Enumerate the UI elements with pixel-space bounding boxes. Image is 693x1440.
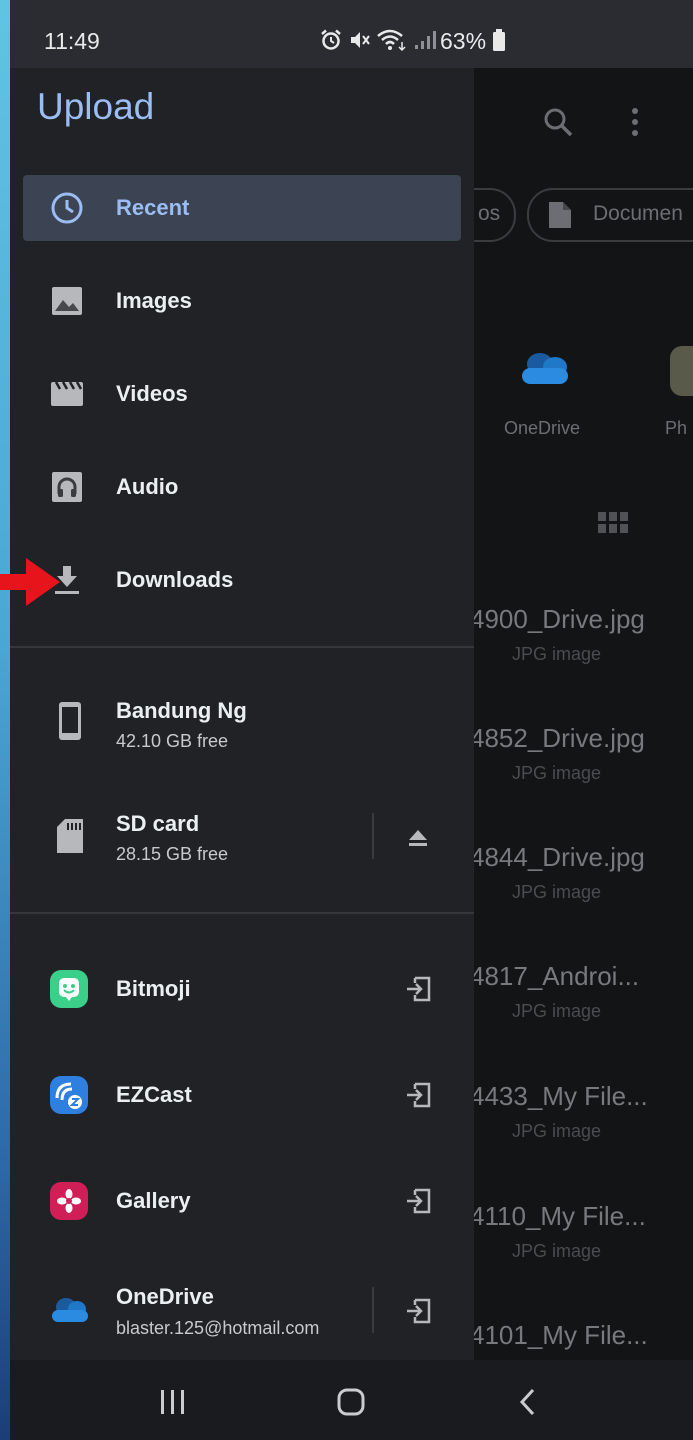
phone-icon bbox=[59, 702, 81, 740]
status-time: 11:49 bbox=[44, 28, 100, 54]
file-type: JPG image bbox=[512, 1121, 602, 1141]
background-file-list: os Documen OneDrive Ph 4900_Drive.jpg JP… bbox=[474, 68, 693, 1360]
nav-item-images[interactable]: Images bbox=[23, 268, 461, 334]
chip-videos[interactable]: os bbox=[474, 188, 516, 242]
storage-free: 28.15 GB free bbox=[116, 844, 229, 864]
storage-name: Bandung Ng bbox=[116, 698, 247, 723]
drawer-divider bbox=[10, 646, 474, 648]
back-button[interactable] bbox=[516, 1387, 538, 1417]
app-account: blaster.125@hotmail.com bbox=[116, 1318, 320, 1338]
nav-item-label: Downloads bbox=[116, 567, 234, 592]
nav-item-label: Recent bbox=[116, 195, 190, 220]
gallery-icon bbox=[50, 1182, 88, 1220]
open-app-icon[interactable] bbox=[405, 1188, 431, 1214]
search-icon[interactable] bbox=[542, 106, 574, 138]
file-name: 4433_My File... bbox=[474, 1081, 648, 1111]
drawer-divider bbox=[10, 912, 474, 914]
app-label: OneDrive bbox=[116, 1284, 214, 1309]
file-type: JPG image bbox=[512, 763, 602, 783]
wifi-icon bbox=[377, 29, 406, 52]
nav-item-recent[interactable]: Recent bbox=[23, 175, 461, 241]
more-options-icon[interactable] bbox=[628, 106, 642, 138]
nav-item-label: Audio bbox=[116, 474, 179, 499]
chip-documents[interactable]: Documen bbox=[527, 188, 693, 242]
movie-icon bbox=[51, 381, 83, 406]
recent-apps-button[interactable] bbox=[158, 1388, 188, 1416]
bitmoji-icon bbox=[50, 970, 88, 1008]
file-name: 4101_My File... bbox=[474, 1320, 648, 1350]
headphones-icon bbox=[52, 472, 82, 502]
file-name: 4110_My File... bbox=[474, 1201, 646, 1231]
navigation-drawer: Upload Recent Images Videos Audio Downlo… bbox=[10, 68, 474, 1360]
chip-documents-label: Documen bbox=[593, 202, 683, 225]
open-app-icon[interactable] bbox=[405, 976, 431, 1002]
open-app-icon[interactable] bbox=[405, 1298, 431, 1324]
clock-icon bbox=[51, 192, 83, 224]
onedrive-icon bbox=[52, 1298, 88, 1322]
file-name: 4900_Drive.jpg bbox=[474, 604, 645, 634]
separator bbox=[372, 813, 374, 859]
battery-percent: 63% bbox=[440, 28, 487, 54]
drawer-title: Upload bbox=[37, 86, 155, 127]
file-row[interactable]: 4433_My File... JPG image bbox=[474, 1081, 693, 1171]
file-row[interactable]: 4844_Drive.jpg JPG image bbox=[474, 842, 693, 932]
file-name: 4852_Drive.jpg bbox=[474, 723, 645, 753]
file-name: 4817_Androi... bbox=[474, 961, 640, 991]
onedrive-cloud-icon[interactable] bbox=[518, 350, 572, 386]
alarm-icon bbox=[321, 29, 341, 50]
storage-internal[interactable]: Bandung Ng 42.10 GB free bbox=[10, 673, 474, 773]
open-app-icon[interactable] bbox=[405, 1082, 431, 1108]
document-icon bbox=[549, 202, 571, 228]
system-navigation-bar bbox=[10, 1360, 693, 1440]
nav-item-label: Images bbox=[116, 288, 192, 313]
file-row[interactable]: 4101_My File... JPG image bbox=[474, 1320, 693, 1360]
home-button[interactable] bbox=[336, 1387, 366, 1417]
status-bar: 11:49 63% bbox=[10, 0, 693, 68]
image-icon bbox=[52, 287, 82, 315]
app-onedrive[interactable]: OneDrive blaster.125@hotmail.com bbox=[10, 1258, 362, 1358]
source-photos-label: Ph bbox=[665, 418, 688, 438]
chip-videos-label: os bbox=[478, 202, 501, 225]
annotation-arrow bbox=[0, 558, 60, 606]
separator bbox=[372, 1287, 374, 1333]
photos-app-icon[interactable] bbox=[670, 346, 693, 396]
ezcast-icon bbox=[50, 1076, 88, 1114]
eject-icon[interactable] bbox=[407, 828, 429, 848]
storage-sd-card[interactable]: SD card 28.15 GB free bbox=[10, 786, 362, 886]
sd-card-icon bbox=[57, 819, 83, 853]
battery-icon bbox=[493, 29, 505, 51]
signal-icon bbox=[415, 31, 436, 49]
file-type: JPG image bbox=[512, 1241, 602, 1261]
app-gallery[interactable]: Gallery bbox=[10, 1150, 474, 1250]
file-row[interactable]: 4817_Androi... JPG image bbox=[474, 961, 693, 1051]
file-row[interactable]: 4110_My File... JPG image bbox=[474, 1201, 693, 1291]
app-label: EZCast bbox=[116, 1082, 192, 1107]
app-label: Gallery bbox=[116, 1188, 191, 1213]
app-label: Bitmoji bbox=[116, 976, 191, 1001]
file-type: JPG image bbox=[512, 1001, 602, 1021]
mute-icon bbox=[351, 32, 370, 48]
file-type: JPG image bbox=[512, 882, 602, 902]
nav-item-downloads[interactable]: Downloads bbox=[23, 547, 461, 613]
file-name: 4844_Drive.jpg bbox=[474, 842, 645, 872]
app-ezcast[interactable]: EZCast bbox=[10, 1044, 474, 1144]
nav-item-videos[interactable]: Videos bbox=[23, 361, 461, 427]
storage-free: 42.10 GB free bbox=[116, 731, 229, 751]
grid-view-icon[interactable] bbox=[598, 512, 628, 534]
file-row[interactable]: 4852_Drive.jpg JPG image bbox=[474, 723, 693, 813]
file-type: JPG image bbox=[512, 644, 602, 664]
nav-item-label: Videos bbox=[116, 381, 188, 406]
file-row[interactable]: 4900_Drive.jpg JPG image bbox=[474, 604, 693, 694]
frame-strip bbox=[0, 0, 10, 1440]
nav-item-audio[interactable]: Audio bbox=[23, 454, 461, 520]
app-bitmoji[interactable]: Bitmoji bbox=[10, 938, 474, 1038]
source-onedrive-label: OneDrive bbox=[504, 418, 581, 438]
storage-name: SD card bbox=[116, 811, 200, 836]
